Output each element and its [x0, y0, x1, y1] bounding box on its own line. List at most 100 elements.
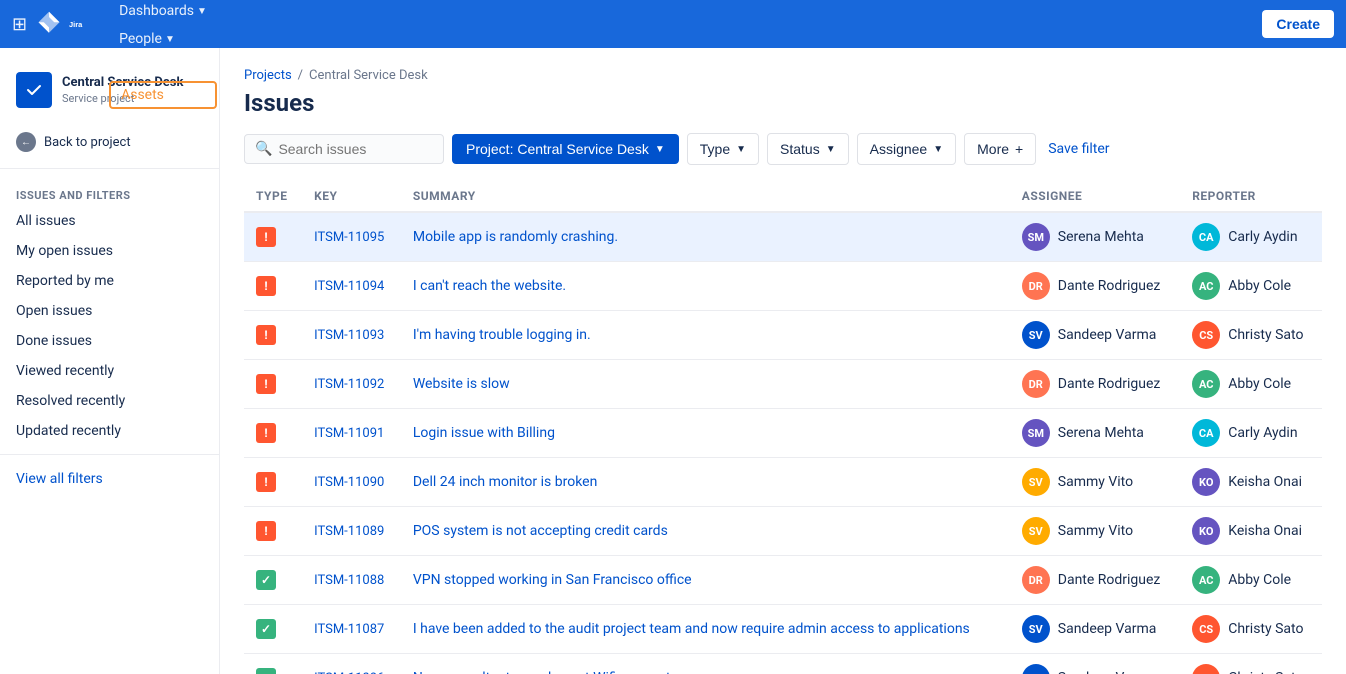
topnav-item-dashboards[interactable]: Dashboards▼: [109, 0, 217, 25]
create-button[interactable]: Create: [1262, 10, 1334, 38]
reporter-cell: ACAbby Cole: [1192, 566, 1310, 594]
view-all-filters[interactable]: View all filters: [0, 463, 219, 495]
table-row[interactable]: ✓ ITSM-11087 I have been added to the audi…: [244, 605, 1322, 654]
avatar: SV: [1022, 517, 1050, 545]
issue-key[interactable]: ITSM-11095: [314, 230, 384, 245]
topnav-item-plans[interactable]: Plans▼: [109, 53, 217, 81]
reporter-name: Abby Cole: [1228, 376, 1291, 392]
assignee-cell: SMSerena Mehta: [1022, 419, 1168, 447]
avatar: SM: [1022, 223, 1050, 251]
issue-key[interactable]: ITSM-11088: [314, 573, 384, 588]
issue-summary[interactable]: Dell 24 inch monitor is broken: [413, 474, 597, 490]
reporter-cell: CACarly Aydin: [1192, 223, 1310, 251]
reporter-cell: KOKeisha Onai: [1192, 468, 1310, 496]
avatar: AC: [1192, 370, 1220, 398]
topnav-item-people[interactable]: People▼: [109, 25, 217, 53]
assignee-cell: SVSandeep Varma: [1022, 615, 1168, 643]
issues-tbody: ! ITSM-11095 Mobile app is randomly crashi…: [244, 212, 1322, 674]
topnav-item-apps[interactable]: Apps▼: [109, 109, 217, 137]
avatar: SV: [1022, 468, 1050, 496]
grid-icon[interactable]: ⊞: [12, 14, 27, 35]
issue-key[interactable]: ITSM-11089: [314, 524, 384, 539]
topnav-item-assets[interactable]: Assets: [109, 81, 217, 109]
jira-logo[interactable]: Jira: [35, 10, 97, 38]
assignee-name: Sandeep Varma: [1058, 327, 1157, 343]
issue-summary[interactable]: POS system is not accepting credit cards: [413, 523, 668, 539]
issue-summary[interactable]: I can't reach the website.: [413, 278, 566, 294]
sidebar-item-done-issues[interactable]: Done issues: [0, 326, 219, 356]
reporter-cell: KOKeisha Onai: [1192, 517, 1310, 545]
search-input[interactable]: [278, 141, 433, 157]
avatar: SV: [1022, 615, 1050, 643]
sidebar-item-open-issues[interactable]: Open issues: [0, 296, 219, 326]
sidebar-item-my-open-issues[interactable]: My open issues: [0, 236, 219, 266]
save-filter-link[interactable]: Save filter: [1048, 141, 1109, 157]
bug-icon: !: [256, 374, 276, 394]
table-row[interactable]: !ITSM-11090Dell 24 inch monitor is broke…: [244, 458, 1322, 507]
breadcrumb: Projects / Central Service Desk: [244, 68, 1322, 83]
issue-key[interactable]: ITSM-11094: [314, 279, 384, 294]
table-row[interactable]: !ITSM-11091Login issue with BillingSMSer…: [244, 409, 1322, 458]
issue-summary[interactable]: Mobile app is randomly crashing.: [413, 229, 618, 245]
bug-icon: !: [256, 325, 276, 345]
chevron-down-icon: ▼: [655, 144, 665, 155]
breadcrumb-projects[interactable]: Projects: [244, 68, 292, 83]
avatar: SV: [1022, 321, 1050, 349]
assignee-cell: SVSammy Vito: [1022, 517, 1168, 545]
reporter-name: Abby Cole: [1228, 278, 1291, 294]
issue-summary[interactable]: New consultants need guest Wifi accounts: [413, 670, 678, 674]
issue-summary[interactable]: Website is slow: [413, 376, 510, 392]
reporter-name: Abby Cole: [1228, 572, 1291, 588]
assignee-cell: SV Sandeep Varma: [1022, 321, 1168, 349]
plus-icon: +: [1015, 141, 1023, 157]
issue-key[interactable]: ITSM-11091: [314, 426, 384, 441]
table-row[interactable]: !ITSM-11095Mobile app is randomly crashi…: [244, 212, 1322, 262]
issues-table: Type Key Summary Assignee Reporter !ITSM…: [244, 181, 1322, 674]
assignee-filter-button[interactable]: Assignee ▼: [857, 133, 957, 165]
filters-bar: 🔍 Project: Central Service Desk ▼ Type ▼…: [244, 133, 1322, 165]
sidebar: Central Service Desk Service project ← B…: [0, 48, 220, 674]
more-filter-button[interactable]: More +: [964, 133, 1036, 165]
sidebar-item-updated-recently[interactable]: Updated recently: [0, 416, 219, 446]
task-icon: ✓: [256, 619, 276, 639]
issue-key[interactable]: ITSM-11093: [314, 328, 384, 343]
issue-key[interactable]: ITSM-11087: [314, 622, 384, 637]
chevron-down-icon: ▼: [933, 144, 943, 155]
col-type: Type: [244, 181, 302, 212]
table-row[interactable]: !ITSM-11094I can't reach the website.DRD…: [244, 262, 1322, 311]
reporter-name: Keisha Onai: [1228, 523, 1302, 539]
issue-summary[interactable]: I have been added to the audit project t…: [413, 621, 970, 637]
issue-summary[interactable]: VPN stopped working in San Francisco off…: [413, 572, 692, 588]
sidebar-item-all-issues[interactable]: All issues: [0, 206, 219, 236]
table-row[interactable]: !ITSM-11089POS system is not accepting c…: [244, 507, 1322, 556]
reporter-cell: CSChristy Sato: [1192, 615, 1310, 643]
issue-summary[interactable]: I'm having trouble logging in.: [413, 327, 591, 343]
search-box[interactable]: 🔍: [244, 134, 444, 164]
sidebar-item-reported-by-me[interactable]: Reported by me: [0, 266, 219, 296]
table-row[interactable]: ! ITSM-11093 I'm having trouble logging in…: [244, 311, 1322, 360]
project-filter-button[interactable]: Project: Central Service Desk ▼: [452, 134, 679, 164]
issue-summary[interactable]: Login issue with Billing: [413, 425, 555, 441]
assignee-cell: SVSammy Vito: [1022, 468, 1168, 496]
sidebar-item-resolved-recently[interactable]: Resolved recently: [0, 386, 219, 416]
avatar: DR: [1022, 272, 1050, 300]
table-row[interactable]: !ITSM-11092Website is slowDRDante Rodrig…: [244, 360, 1322, 409]
reporter-cell: CSChristy Sato: [1192, 321, 1310, 349]
issue-key[interactable]: ITSM-11090: [314, 475, 384, 490]
reporter-name: Christy Sato: [1228, 621, 1303, 637]
top-navigation: ⊞ Jira Your work▼Projects▼Filters▼Dashbo…: [0, 0, 1346, 48]
avatar: CA: [1192, 419, 1220, 447]
type-filter-button[interactable]: Type ▼: [687, 133, 759, 165]
table-row[interactable]: ✓ITSM-11088VPN stopped working in San Fr…: [244, 556, 1322, 605]
issue-key[interactable]: ITSM-11092: [314, 377, 384, 392]
avatar: DR: [1022, 566, 1050, 594]
project-icon: [16, 72, 52, 108]
sidebar-item-viewed-recently[interactable]: Viewed recently: [0, 356, 219, 386]
avatar: AC: [1192, 272, 1220, 300]
status-filter-button[interactable]: Status ▼: [767, 133, 849, 165]
table-row[interactable]: ✓ITSM-11086New consultants need guest Wi…: [244, 654, 1322, 674]
svg-text:Jira: Jira: [69, 20, 83, 29]
sidebar-items: All issuesMy open issuesReported by meOp…: [0, 206, 219, 446]
assignee-name: Serena Mehta: [1058, 229, 1144, 245]
reporter-name: Keisha Onai: [1228, 474, 1302, 490]
